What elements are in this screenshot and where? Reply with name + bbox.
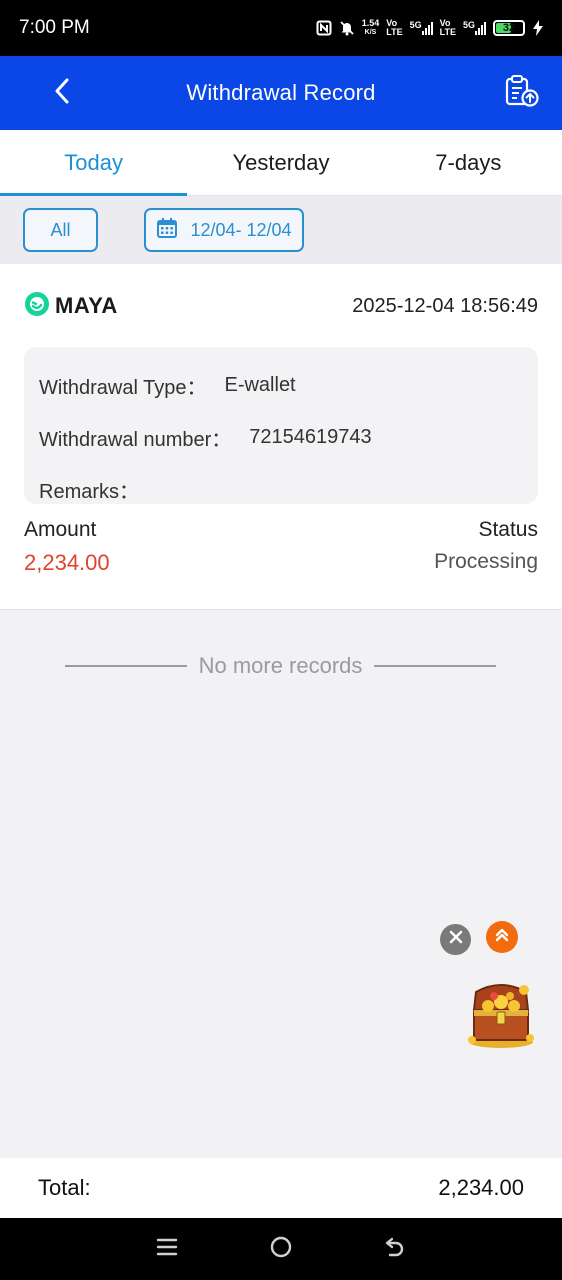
total-value: 2,234.00 [438,1175,524,1200]
divider [374,665,496,667]
status-column: Status Processing [434,518,538,576]
charging-icon [532,20,544,36]
record-details: Withdrawal Type： E-wallet Withdrawal num… [24,347,538,504]
treasure-chest-promo[interactable] [466,982,536,1050]
maya-logo-icon [24,291,50,322]
page-title: Withdrawal Record [186,80,376,105]
status-time: 7:00 PM [19,17,90,38]
treasure-chest-icon [466,984,536,1054]
total-bar: Total: 2,234.00 [0,1158,562,1218]
speed-unit: K/S [364,29,377,36]
detail-row-remarks: Remarks： [39,463,523,515]
home-icon [269,1235,293,1264]
status-bar: 7:00 PM 1.54 K/S Vo LTE 5G Vo LTE 5G 32 [0,0,562,56]
amount-column: Amount 2,234.00 [24,518,110,576]
scroll-top-button[interactable] [486,921,518,953]
back-button[interactable] [48,78,76,108]
brand-name: MAYA [55,293,118,318]
detail-value: 72154619743 [249,425,372,448]
sim1-lte: LTE [386,27,403,37]
battery-level: 32 [502,22,516,34]
filter-bar: All 12/04- 12/04 [0,196,562,264]
back-icon [383,1235,407,1264]
no-more-records-text: No more records [198,653,363,678]
sim2-gen: 5G [462,20,475,30]
back-nav-button[interactable] [380,1234,410,1264]
mute-icon [339,20,355,36]
system-nav-bar [0,1218,562,1280]
withdrawal-record-card[interactable]: MAYA 2025-12-04 18:56:49 Withdrawal Type… [0,264,562,610]
app-header: Withdrawal Record [0,56,562,130]
sim1-gen: 5G [409,20,422,30]
battery-icon: 32 [493,20,525,36]
date-tabs: Today Yesterday 7-days [0,130,562,196]
tab-today[interactable]: Today [0,130,188,196]
signal-icon [421,21,433,35]
end-of-list: No more records [65,650,496,682]
close-promo-button[interactable] [440,924,471,955]
wallet-brand: MAYA [24,291,118,322]
clipboard-upload-icon [504,74,540,113]
detail-label: Withdrawal number： [39,428,232,451]
status-badge: Processing [434,550,538,573]
screen: 7:00 PM 1.54 K/S Vo LTE 5G Vo LTE 5G 32 … [0,0,562,1280]
recents-button[interactable] [152,1234,182,1264]
amount-label: Amount [24,518,97,541]
detail-label: Withdrawal Type： [39,376,207,399]
amount-value: 2,234.00 [24,550,110,575]
sim1-volte: Vo LTE [386,19,402,37]
sim2-signal: 5G [463,21,486,35]
sim2-lte: LTE [439,27,456,37]
sim1-signal: 5G [410,21,433,35]
tab-7-days[interactable]: 7-days [375,130,562,195]
signal-icon [475,21,486,35]
speed-value: 1.54 [361,18,380,28]
menu-icon [156,1236,178,1263]
type-filter-button[interactable]: All [23,208,98,252]
export-button[interactable] [502,74,542,112]
nfc-icon [316,20,332,36]
date-range-label: 12/04- 12/04 [190,219,292,240]
status-label: Status [478,518,538,541]
detail-row-number: Withdrawal number： 72154619743 [39,411,523,463]
record-datetime: 2025-12-04 18:56:49 [352,294,538,317]
chevron-left-icon [53,78,71,109]
divider [65,665,187,667]
total-label: Total: [38,1175,91,1200]
home-button[interactable] [266,1234,296,1264]
detail-value: E-wallet [224,373,296,396]
close-icon [449,930,463,949]
network-speed: 1.54 K/S [362,19,380,37]
double-chevron-up-icon [493,926,511,949]
amount-status-row: Amount 2,234.00 Status Processing [24,518,538,576]
tab-yesterday[interactable]: Yesterday [187,130,374,195]
record-header: MAYA 2025-12-04 18:56:49 [24,290,538,322]
sim2-volte: Vo LTE [440,19,456,37]
detail-row-type: Withdrawal Type： E-wallet [39,359,523,411]
calendar-icon [156,217,178,244]
status-icons: 1.54 K/S Vo LTE 5G Vo LTE 5G 32 [316,19,544,37]
date-range-button[interactable]: 12/04- 12/04 [144,208,304,252]
detail-label: Remarks： [39,480,140,503]
